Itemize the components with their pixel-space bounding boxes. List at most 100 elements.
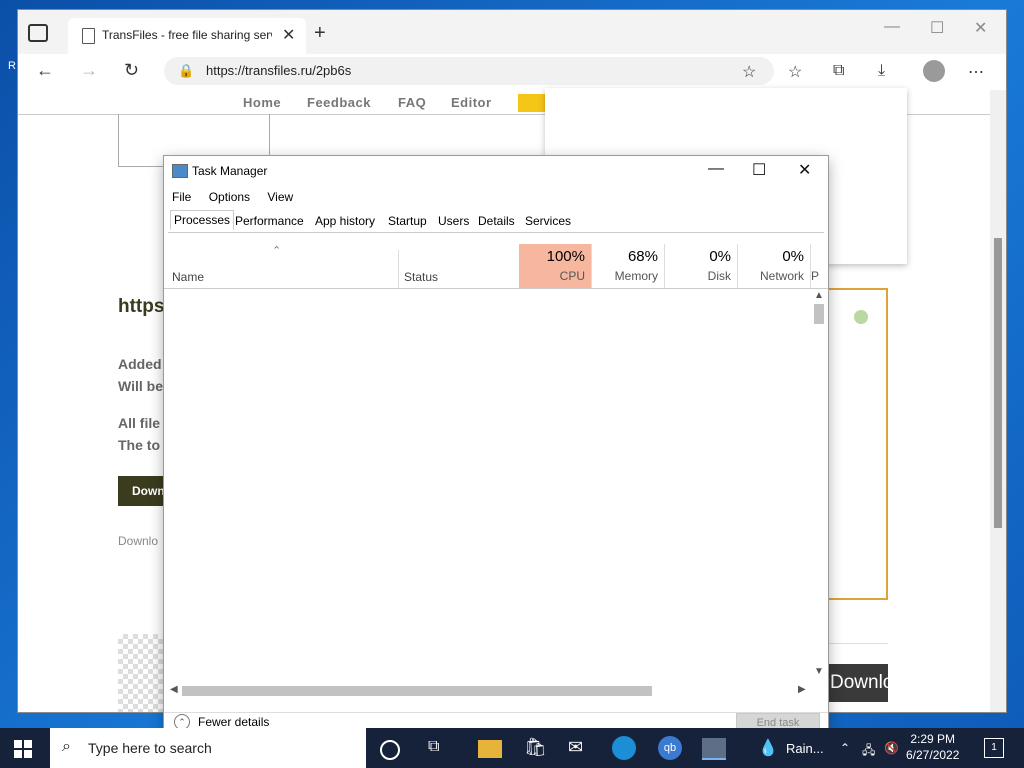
downloads-icon[interactable]: ⤓ — [878, 62, 885, 80]
scroll-up-icon[interactable]: ▲ — [814, 290, 824, 301]
tm-vertical-thumb[interactable] — [814, 304, 824, 324]
profile-avatar[interactable] — [923, 60, 945, 82]
time: 2:29 PM — [910, 732, 956, 746]
minimize-icon[interactable]: — — [884, 18, 900, 36]
clock[interactable]: 2:29 PM 6/27/2022 — [906, 731, 959, 763]
task-manager-window: Task Manager — ☐ ✕ File Options View Pro… — [164, 156, 828, 733]
page-icon — [82, 28, 95, 44]
fewer-details-link[interactable]: Fewer details — [198, 715, 269, 729]
tray-chevron-icon[interactable]: ⌃ — [840, 741, 850, 755]
tab-users[interactable]: Users — [435, 212, 472, 230]
notification-icon[interactable]: 1 — [984, 738, 1004, 758]
taskbar: ⌕ Type here to search ⧉ 🛍 ✉ qb 💧 Rain...… — [0, 728, 1024, 768]
volume-muted-icon[interactable]: 🔇 — [884, 741, 899, 755]
check-icon — [854, 310, 868, 324]
tab-performance[interactable]: Performance — [232, 212, 307, 230]
process-columns: ⌃ Name Status 100% CPU 68% Memory 0% Dis… — [164, 244, 828, 289]
nav-feedback[interactable]: Feedback — [307, 95, 371, 110]
network-icon[interactable]: 🖧 — [862, 741, 875, 762]
mail-icon[interactable]: ✉ — [568, 737, 592, 761]
new-tab-icon[interactable]: + — [314, 22, 326, 45]
desktop-icon-label[interactable]: R — [8, 60, 16, 72]
rainmeter-label[interactable]: Rain... — [786, 741, 824, 756]
tab-services[interactable]: Services — [522, 212, 574, 230]
tab-startup[interactable]: Startup — [385, 212, 430, 230]
search-icon: ⌕ — [62, 738, 71, 755]
tab-processes[interactable]: Processes — [170, 210, 235, 230]
tm-close-icon[interactable]: ✕ — [798, 160, 811, 180]
back-icon[interactable]: ← — [36, 60, 54, 81]
task-view-icon[interactable]: ⧉ — [428, 738, 452, 762]
total-text: The to — [118, 437, 160, 453]
download-big-button[interactable]: Downlo — [826, 664, 888, 702]
scroll-left-icon[interactable]: ◀ — [170, 684, 178, 695]
col-cpu[interactable]: 100% CPU — [519, 244, 591, 288]
menu-view[interactable]: View — [267, 190, 293, 204]
forward-icon[interactable]: → — [80, 60, 98, 81]
close-tab-icon[interactable]: ✕ — [282, 25, 295, 45]
cortana-icon[interactable] — [380, 740, 400, 760]
nav-faq[interactable]: FAQ — [398, 95, 426, 110]
favorites-icon[interactable]: ☆ — [788, 62, 802, 82]
tm-vertical-scrollbar[interactable]: ▲ ▼ — [812, 290, 826, 680]
rainmeter-icon[interactable]: 💧 — [758, 738, 782, 762]
store-icon[interactable]: 🛍 — [524, 737, 548, 761]
start-button[interactable] — [14, 740, 32, 758]
tm-maximize-icon[interactable]: ☐ — [752, 160, 766, 180]
col-disk[interactable]: 0% Disk — [664, 244, 737, 288]
browser-toolbar: ← → ↻ 🔒 https://transfiles.ru/2pb6s ☆ ☆ … — [18, 54, 1006, 91]
address-bar[interactable]: 🔒 https://transfiles.ru/2pb6s ☆ — [164, 57, 774, 85]
task-manager-taskbar-icon[interactable] — [702, 738, 726, 760]
tab-details[interactable]: Details — [475, 212, 518, 230]
cpu-percent: 100% — [546, 248, 585, 265]
url-text: https://transfiles.ru/2pb6s — [206, 63, 352, 78]
nav-editor[interactable]: Editor — [451, 95, 492, 110]
tab-actions-icon[interactable] — [28, 24, 48, 42]
disk-percent: 0% — [709, 248, 731, 265]
taskbar-search[interactable]: ⌕ Type here to search — [50, 728, 366, 768]
tm-minimize-icon[interactable]: — — [708, 160, 724, 178]
maximize-icon[interactable]: ☐ — [930, 18, 944, 38]
windows-logo-icon — [14, 740, 22, 748]
cpu-label: CPU — [559, 269, 585, 283]
refresh-icon[interactable]: ↻ — [124, 60, 139, 81]
more-icon[interactable]: ⋯ — [968, 62, 984, 82]
col-power[interactable]: . P — [810, 244, 828, 288]
col-divider — [398, 250, 399, 288]
qbittorrent-icon[interactable]: qb — [658, 736, 682, 760]
download-link[interactable]: Downlo — [118, 534, 158, 548]
file-url-heading: https — [118, 296, 165, 317]
browser-tab[interactable]: TransFiles - free file sharing servi ✕ — [68, 18, 306, 54]
tab-app-history[interactable]: App history — [312, 212, 378, 230]
tab-title: TransFiles - free file sharing servi — [102, 28, 272, 42]
scroll-down-icon[interactable]: ▼ — [814, 666, 824, 677]
collections-icon[interactable]: ⧉ — [833, 62, 844, 80]
menu-file[interactable]: File — [172, 190, 191, 204]
search-placeholder: Type here to search — [88, 740, 212, 756]
page-scroll-thumb[interactable] — [994, 238, 1002, 528]
file-card — [826, 288, 888, 600]
col-network[interactable]: 0% Network — [737, 244, 810, 288]
network-percent: 0% — [782, 248, 804, 265]
tm-menu-bar: File Options View — [172, 190, 307, 204]
add-favorite-icon[interactable]: ☆ — [742, 62, 756, 82]
tm-horizontal-thumb[interactable] — [182, 686, 652, 696]
added-text: Added — [118, 356, 162, 372]
page-scrollbar[interactable] — [990, 90, 1006, 712]
all-files-text: All file — [118, 415, 161, 431]
nav-home[interactable]: Home — [243, 95, 281, 110]
disk-label: Disk — [707, 269, 731, 283]
col-memory[interactable]: 68% Memory — [591, 244, 664, 288]
lock-icon: 🔒 — [178, 63, 195, 78]
edge-icon[interactable] — [612, 736, 636, 760]
tm-horizontal-scrollbar[interactable]: ◀ ▶ — [168, 684, 810, 698]
nav-highlight[interactable] — [518, 94, 548, 112]
task-manager-icon — [172, 164, 188, 178]
scroll-right-icon[interactable]: ▶ — [798, 684, 806, 695]
col-status[interactable]: Status — [404, 270, 438, 284]
sort-icon: ⌃ — [272, 245, 282, 257]
menu-options[interactable]: Options — [209, 190, 250, 204]
file-explorer-icon[interactable] — [478, 740, 502, 758]
close-window-icon[interactable]: ✕ — [974, 18, 987, 38]
col-name[interactable]: Name — [172, 270, 204, 284]
